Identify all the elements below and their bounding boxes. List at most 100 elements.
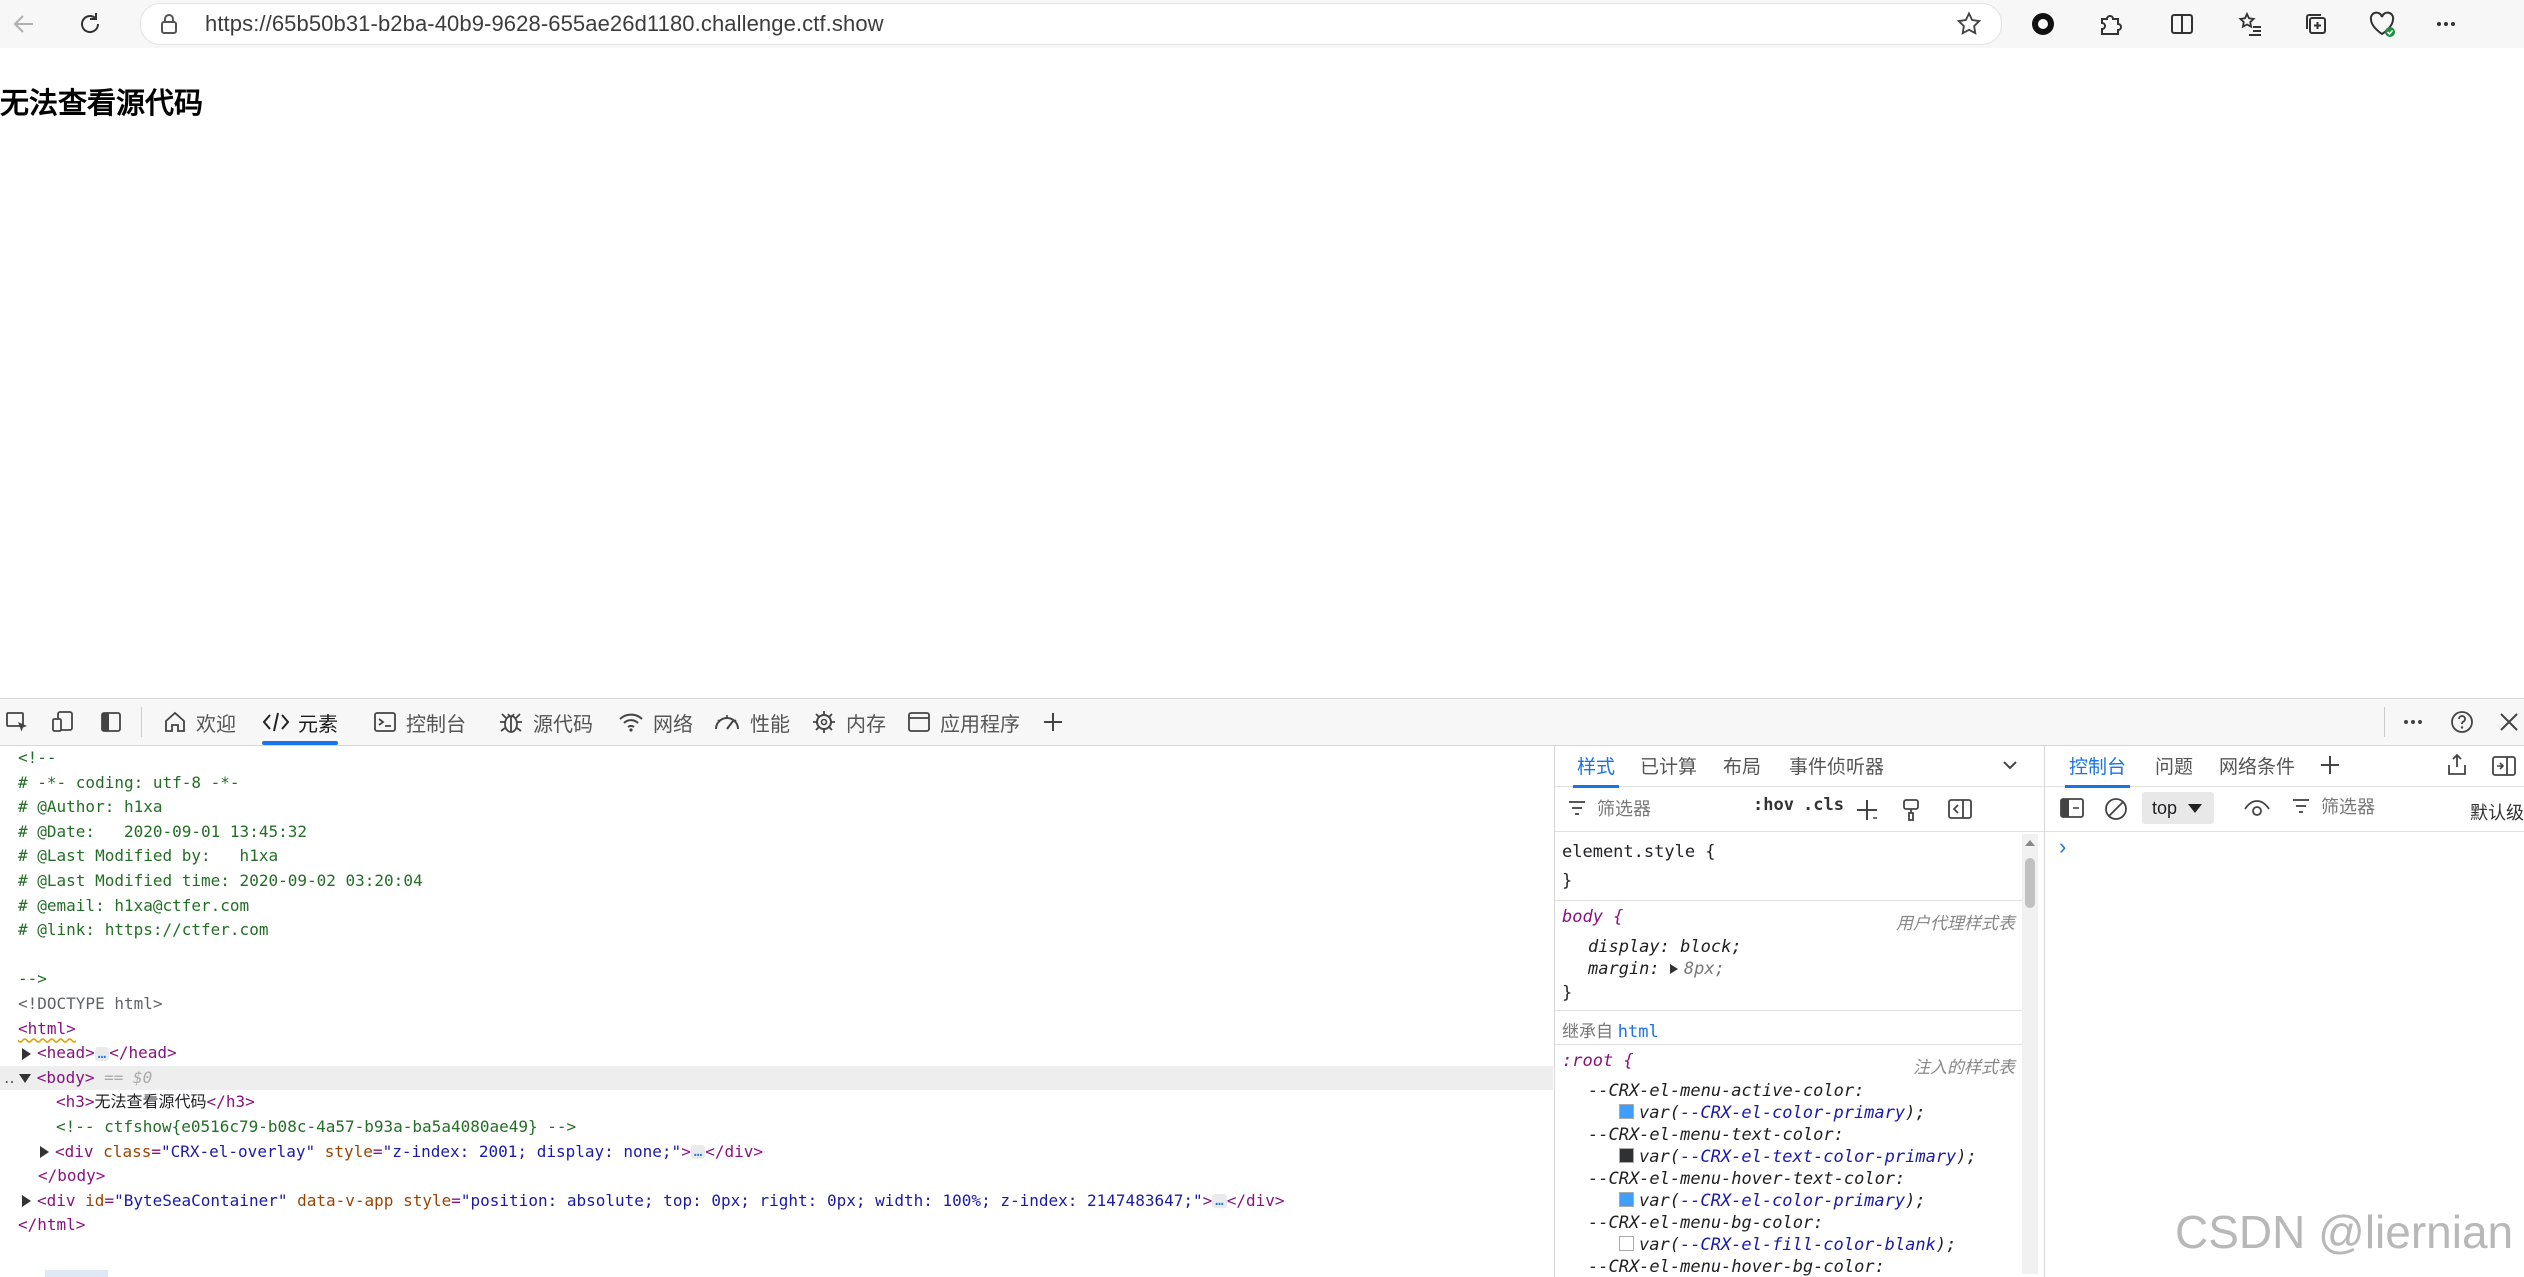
browser-essentials-button[interactable] [2364,6,2400,42]
css-var-value[interactable]: var(--CRX-el-color-primary); [1619,1191,1926,1211]
tab-memory[interactable]: 内存 [810,699,886,745]
expand-triangle-icon[interactable] [40,1146,49,1159]
devtools-more-button[interactable] [2398,707,2428,737]
clear-console-icon[interactable] [2103,796,2129,822]
hov-toggle[interactable]: :hov [1753,795,1794,815]
live-expression-eye-icon[interactable] [2243,798,2271,820]
dock-right-icon[interactable] [2491,754,2517,778]
collections-button[interactable] [2298,6,2334,42]
root-rule-selector[interactable]: :root { [1562,1051,1634,1071]
drawer-tab-console[interactable]: 控制台 [2064,752,2131,788]
toggle-sidebar-icon[interactable] [1947,797,1973,821]
url-text[interactable]: https://65b50b31-b2ba-40b9-9628-655ae26d… [205,11,884,37]
favorites-button[interactable] [2232,6,2268,42]
dom-line[interactable]: --> [18,967,47,992]
context-selector[interactable]: top [2142,792,2214,824]
dom-line[interactable]: # @email: h1xa@ctfer.com [18,894,249,919]
dom-line-h3[interactable]: <h3>无法查看源代码</h3> [56,1090,255,1115]
extension-circle-button[interactable] [2025,6,2061,42]
device-emulation-button[interactable] [48,707,78,737]
css-var-name[interactable]: --CRX-el-menu-hover-bg-color: [1588,1257,1885,1277]
collapsed-ellipsis[interactable]: … [94,1046,110,1061]
collapsed-ellipsis[interactable]: … [1212,1194,1227,1209]
scroll-up-arrow-icon[interactable] [2024,838,2036,848]
body-rule-selector[interactable]: body { [1562,907,1623,927]
css-var-value[interactable]: var(--CRX-el-color-primary); [1619,1103,1926,1123]
tab-computed[interactable]: 已计算 [1640,752,1697,779]
refresh-button[interactable] [72,6,108,42]
css-var-name[interactable]: --CRX-el-menu-text-color: [1588,1125,1844,1145]
color-swatch[interactable] [1619,1148,1634,1163]
display-declaration[interactable]: display: block; [1588,937,1742,957]
tab-welcome[interactable]: 欢迎 [162,699,236,745]
help-button[interactable] [2447,707,2477,737]
dom-line-flag-comment[interactable]: <!-- ctfshow{e0516c79-b08c-4a57-b93a-ba5… [56,1115,576,1140]
dom-line[interactable]: # @link: https://ctfer.com [18,918,268,943]
address-bar[interactable]: https://65b50b31-b2ba-40b9-9628-655ae26d… [140,3,2002,45]
dom-line[interactable]: <!-- [18,746,57,771]
element-style-rule[interactable]: element.style { [1562,842,1716,862]
dom-line-overlay-div[interactable]: <div class="CRX-el-overlay" style="z-ind… [40,1140,763,1165]
inherited-from-link[interactable]: html [1618,1022,1659,1042]
tab-elements[interactable]: 元素 [262,699,338,745]
console-filter-input[interactable]: 筛选器 [2291,793,2375,819]
dock-side-button[interactable] [96,707,126,737]
dom-line[interactable]: # @Author: h1xa [18,795,163,820]
drawer-tab-issues[interactable]: 问题 [2155,752,2193,779]
color-swatch[interactable] [1619,1104,1634,1119]
add-tab-button[interactable] [1038,707,1068,737]
margin-declaration[interactable]: margin: 8px; [1588,959,1725,979]
dom-line-body[interactable]: ‥ <body> == $0 [4,1066,152,1091]
inspect-element-button[interactable] [2,707,32,737]
close-devtools-button[interactable] [2494,707,2524,737]
dom-line-container-div[interactable]: <div id="ByteSeaContainer" data-v-app st… [22,1189,1285,1214]
log-levels-dropdown[interactable]: 默认级 [2470,799,2524,825]
dom-line-doctype[interactable]: <!DOCTYPE html> [18,992,163,1017]
expand-shorthand-icon[interactable] [1669,964,1678,974]
console-prompt[interactable]: › [2059,834,2066,860]
tab-styles[interactable]: 样式 [1572,752,1620,788]
scrollbar-thumb[interactable] [2025,858,2035,908]
styles-scrollbar[interactable] [2022,834,2038,1274]
tab-layout[interactable]: 布局 [1723,752,1761,779]
new-rule-plus-icon[interactable] [1854,797,1880,823]
paint-brush-icon[interactable] [1900,797,1922,823]
cls-toggle[interactable]: .cls [1803,795,1844,815]
color-swatch[interactable] [1619,1192,1634,1207]
css-var-value[interactable]: var(--CRX-el-text-color-primary); [1619,1147,1977,1167]
color-swatch[interactable] [1619,1236,1634,1251]
undock-icon[interactable] [2445,752,2469,778]
favorite-star-icon[interactable] [1955,10,1983,38]
css-var-name[interactable]: --CRX-el-menu-hover-text-color: [1588,1169,1905,1189]
dom-line[interactable]: # -*- coding: utf-8 -*- [18,771,240,796]
tab-performance[interactable]: 性能 [712,699,790,745]
tab-network[interactable]: 网络 [617,699,693,745]
more-menu-button[interactable] [2428,6,2464,42]
chevron-down-icon[interactable] [2001,758,2019,772]
expand-triangle-icon[interactable] [22,1047,31,1060]
tab-event-listeners[interactable]: 事件侦听器 [1789,752,1884,779]
collapsed-ellipsis[interactable]: … [690,1145,706,1160]
css-var-name[interactable]: --CRX-el-menu-bg-color: [1588,1213,1823,1233]
split-screen-button[interactable] [2164,6,2200,42]
dom-line-html-close[interactable]: </html> [18,1213,85,1238]
tab-console[interactable]: 控制台 [372,699,466,745]
plus-icon[interactable] [2319,754,2341,776]
styles-filter-input[interactable]: 筛选器 [1567,793,1747,823]
collapse-triangle-icon[interactable] [18,1073,31,1083]
dom-line[interactable]: # @Last Modified by: h1xa [18,844,278,869]
dom-line[interactable]: # @Date: 2020-09-01 13:45:32 [18,820,307,845]
css-var-name[interactable]: --CRX-el-menu-active-color: [1588,1081,1864,1101]
css-var-value[interactable]: var(--CRX-el-fill-color-blank); [1619,1235,1956,1255]
dom-line-head[interactable]: <head>… </head> [22,1041,177,1066]
tab-sources[interactable]: 源代码 [497,699,593,745]
dom-line-html[interactable]: <html> [18,1017,76,1042]
show-sidebar-icon[interactable] [2059,796,2085,820]
dom-line[interactable]: # @Last Modified time: 2020-09-02 03:20:… [18,869,423,894]
dom-line-body-close[interactable]: </body> [38,1164,105,1189]
tab-application[interactable]: 应用程序 [906,699,1020,745]
drawer-tab-network-conditions[interactable]: 网络条件 [2219,752,2295,779]
expand-triangle-icon[interactable] [22,1195,31,1208]
back-button[interactable] [6,6,42,42]
extensions-button[interactable] [2092,6,2128,42]
